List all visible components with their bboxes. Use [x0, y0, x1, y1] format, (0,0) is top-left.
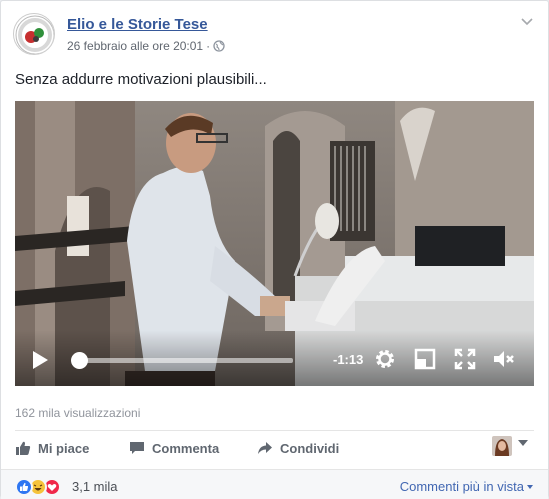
viewer-menu-caret[interactable] — [518, 440, 528, 446]
share-label: Condividi — [280, 440, 340, 456]
page-avatar[interactable] — [13, 13, 55, 55]
like-reaction-icon — [15, 478, 33, 496]
settings-icon[interactable] — [373, 347, 397, 371]
page-name-link[interactable]: Elio e le Storie Tese — [67, 16, 208, 33]
post-card: Elio e le Storie Tese 26 febbraio alle o… — [0, 0, 549, 499]
reaction-summary[interactable] — [15, 478, 67, 496]
comment-label: Commenta — [152, 440, 220, 456]
reaction-count[interactable]: 3,1 mila — [72, 479, 118, 494]
meta-separator: · — [206, 39, 211, 53]
post-timestamp[interactable]: 26 febbraio alle ore 20:01 — [67, 39, 203, 53]
seek-handle[interactable] — [71, 352, 88, 369]
like-icon — [16, 441, 31, 455]
view-count: 162 mila visualizzazioni — [15, 406, 141, 420]
share-icon — [258, 442, 272, 454]
viewer-avatar[interactable] — [492, 436, 512, 456]
comment-button[interactable]: Commenta — [129, 432, 219, 464]
like-button[interactable]: Mi piace — [15, 432, 89, 464]
chevron-down-icon[interactable] — [520, 15, 534, 29]
comment-sort-dropdown[interactable]: Commenti più in vista — [400, 479, 533, 494]
mute-icon[interactable] — [492, 347, 516, 371]
comment-sort-label: Commenti più in vista — [399, 479, 524, 494]
action-bar: Mi piace Commenta Condividi — [15, 432, 534, 464]
like-label: Mi piace — [38, 440, 90, 456]
divider — [15, 430, 534, 431]
share-button[interactable]: Condividi — [257, 432, 339, 464]
post-text: Senza addurre motivazioni plausibili... — [15, 71, 267, 88]
globe-icon — [213, 40, 225, 55]
post-footer: 3,1 mila Commenti più in vista — [1, 469, 548, 499]
time-remaining: -1:13 — [333, 352, 364, 367]
minimize-icon[interactable] — [413, 347, 437, 371]
sort-caret-icon — [527, 485, 533, 489]
video-player[interactable]: -1:13 — [15, 101, 534, 386]
video-controls: -1:13 — [15, 330, 534, 386]
post-header: Elio e le Storie Tese 26 febbraio alle o… — [13, 13, 538, 57]
seek-bar[interactable] — [79, 358, 293, 363]
post-meta: 26 febbraio alle ore 20:01 · — [67, 39, 225, 55]
play-icon[interactable] — [31, 350, 49, 370]
comment-icon — [130, 442, 144, 454]
fullscreen-icon[interactable] — [453, 347, 477, 371]
